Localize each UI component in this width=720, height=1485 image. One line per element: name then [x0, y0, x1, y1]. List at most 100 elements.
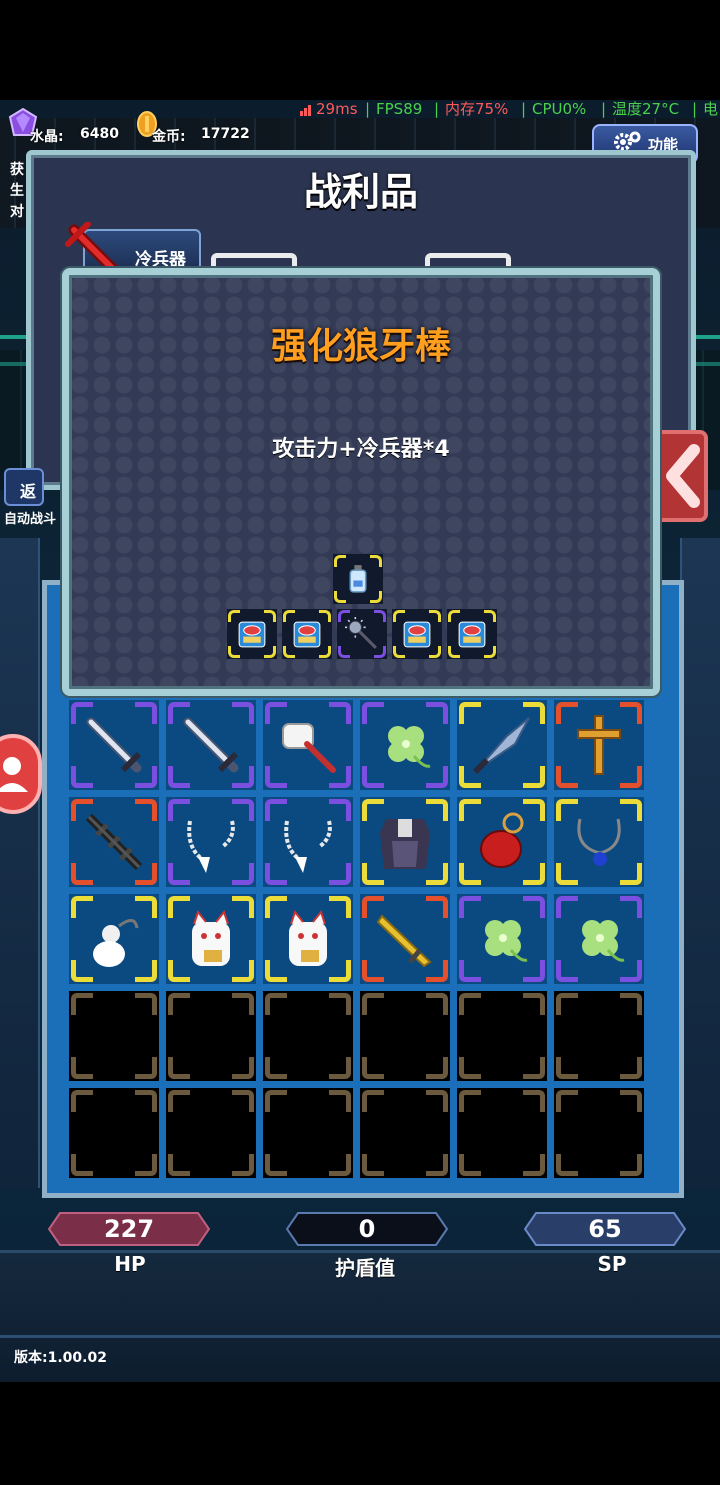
slot-corner — [135, 1057, 157, 1079]
recipe-ingredient-slot[interactable] — [447, 609, 497, 659]
right-side-panel — [680, 538, 720, 1188]
inventory-slot[interactable] — [166, 700, 256, 790]
loot-panel-title: 战利品 — [303, 170, 418, 214]
sp-label: SP — [597, 1252, 627, 1276]
inventory-slot-empty[interactable] — [69, 991, 159, 1081]
next-arrow-button[interactable] — [654, 430, 708, 522]
slot-corner — [426, 1090, 448, 1112]
inventory-slot-empty[interactable] — [69, 1088, 159, 1178]
shield-box: 0 — [286, 1212, 448, 1246]
inventory-slot[interactable] — [360, 700, 450, 790]
lucky-cat-icon — [289, 909, 327, 966]
slot-corner — [168, 993, 190, 1015]
separator: | — [692, 100, 698, 118]
inventory-slot[interactable] — [263, 894, 353, 984]
golden-blade-icon — [376, 914, 432, 968]
left-menu-button[interactable]: 返 — [4, 468, 44, 506]
inventory-slot-empty[interactable] — [166, 1088, 256, 1178]
recipe-result-slot[interactable] — [333, 554, 383, 604]
hp-label: HP — [114, 1252, 146, 1276]
blade-icon — [472, 717, 530, 775]
slot-corner — [232, 1154, 254, 1176]
inventory-slot[interactable] — [457, 700, 547, 790]
item-detail-description: 攻击力+冷兵器*4 — [272, 437, 450, 462]
slot-corner — [620, 993, 642, 1015]
inventory-slot[interactable] — [457, 797, 547, 887]
slot-corner — [168, 1090, 190, 1112]
inventory-slot-empty[interactable] — [457, 991, 547, 1081]
inventory-slot-empty[interactable] — [554, 991, 644, 1081]
ping-text: 29ms — [316, 100, 358, 118]
sword-icon — [183, 717, 239, 773]
recipe-ingredient-slot[interactable] — [282, 609, 332, 659]
separator: | — [521, 100, 527, 118]
slot-corner — [426, 1154, 448, 1176]
slot-corner — [459, 1154, 481, 1176]
scroll-pouch-icon — [458, 621, 486, 648]
potion-bottle-icon — [349, 565, 367, 593]
slot-corner — [620, 1090, 642, 1112]
gold-value: 17722 — [201, 126, 250, 142]
shield-value: 0 — [358, 1215, 376, 1243]
inventory-slot[interactable] — [554, 894, 644, 984]
inventory-slot-empty[interactable] — [360, 1088, 450, 1178]
cpu-text: CPU0% — [532, 100, 587, 118]
inventory-slot-empty[interactable] — [263, 1088, 353, 1178]
slot-corner — [362, 1057, 384, 1079]
slot-corner — [329, 993, 351, 1015]
inventory-slot[interactable] — [69, 700, 159, 790]
shield-label: 护盾值 — [335, 1256, 395, 1280]
slot-corner — [523, 1090, 545, 1112]
inventory-slot[interactable] — [554, 700, 644, 790]
gourd-icon — [93, 919, 139, 967]
recipe-ingredient-slot[interactable] — [337, 609, 387, 659]
clover-icon — [388, 726, 431, 768]
inventory-slot-empty[interactable] — [166, 991, 256, 1081]
side-char: 获 — [10, 162, 24, 178]
slot-corner — [232, 993, 254, 1015]
inventory-slot-empty[interactable] — [360, 991, 450, 1081]
hammer-icon — [282, 723, 336, 773]
dark-spiked-blade-icon — [85, 813, 143, 871]
gold-label: 金币: — [152, 129, 186, 145]
inventory-slot[interactable] — [554, 797, 644, 887]
tab-cold-weapon-label: 冷兵器 — [135, 250, 186, 270]
recipe-ingredient-slot[interactable] — [392, 609, 442, 659]
clover-icon — [582, 920, 625, 962]
slot-corner — [459, 1090, 481, 1112]
slot-corner — [265, 1154, 287, 1176]
side-text: 获 生 对 — [10, 160, 24, 223]
lucky-cat-icon — [192, 909, 230, 966]
slot-corner — [168, 1154, 190, 1176]
inventory-slot[interactable] — [69, 894, 159, 984]
cross-icon — [577, 715, 621, 775]
sp-box: 65 — [524, 1212, 686, 1246]
inventory-slot[interactable] — [166, 797, 256, 887]
fps-text: FPS89 — [376, 100, 423, 118]
recipe-ingredient-slot[interactable] — [227, 609, 277, 659]
sp-value: 65 — [588, 1215, 622, 1243]
inventory-slot[interactable] — [166, 894, 256, 984]
inventory-slot[interactable] — [360, 797, 450, 887]
inventory-slot-empty[interactable] — [263, 991, 353, 1081]
auto-battle-label: 自动战斗 — [4, 512, 57, 527]
slot-corner — [362, 1090, 384, 1112]
inventory-slot[interactable] — [263, 700, 353, 790]
slot-corner — [426, 993, 448, 1015]
inventory-slot[interactable] — [360, 894, 450, 984]
slot-corner — [265, 1057, 287, 1079]
inventory-slot[interactable] — [69, 797, 159, 887]
slot-corner — [556, 993, 578, 1015]
inventory-slot-empty[interactable] — [554, 1088, 644, 1178]
sword-icon — [86, 717, 142, 773]
inventory-slot[interactable] — [263, 797, 353, 887]
profile-button[interactable] — [0, 734, 42, 814]
inventory-slot-empty[interactable] — [457, 1088, 547, 1178]
slot-corner — [135, 993, 157, 1015]
mace-icon — [345, 617, 377, 649]
inventory-slot[interactable] — [457, 894, 547, 984]
slot-corner — [265, 1090, 287, 1112]
slot-corner — [620, 1154, 642, 1176]
bottom-divider — [0, 1335, 720, 1338]
pendant-icon — [577, 818, 621, 866]
